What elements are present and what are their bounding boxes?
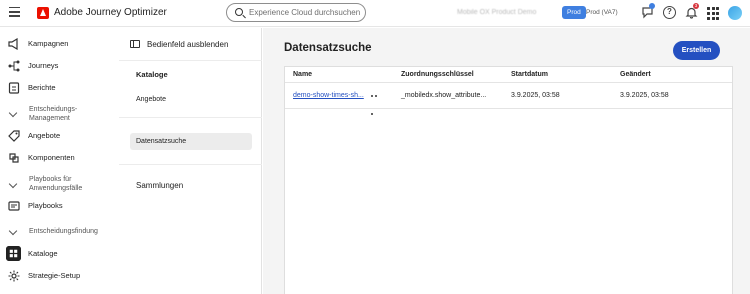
page-title: Datensatzsuche <box>284 42 372 54</box>
nav-item-kataloge[interactable]: Kataloge <box>0 244 108 264</box>
org-switcher[interactable]: Mobile OX Product Demo <box>457 9 536 16</box>
catalogs-heading[interactable]: Kataloge <box>136 70 168 79</box>
offers-icon <box>8 130 20 142</box>
subnav-item-label: Angebote <box>136 96 166 103</box>
chevron-down-icon <box>8 226 18 236</box>
subnav-item-datensatzsuche[interactable]: Datensatzsuche <box>130 133 252 150</box>
dataset-table: Name Zuordnungsschlüssel Startdatum Geän… <box>284 66 733 294</box>
modified-cell: 3.9.2025, 03:58 <box>620 92 669 99</box>
notification-count-badge: 3 <box>693 3 699 9</box>
hide-panel-label: Bedienfeld ausblenden <box>147 40 229 49</box>
mapping-key-cell: _mobiledx.show_attribute... <box>401 92 487 99</box>
catalogs-icon <box>6 246 21 261</box>
left-navigation: Kampagnen Journeys Berichte Entscheidung… <box>0 28 108 294</box>
dataset-name-link[interactable]: demo-show-times-sh... <box>293 92 364 99</box>
nav-label: Angebote <box>28 131 61 140</box>
search-placeholder: Experience Cloud durchsuchen Ctr... <box>249 8 361 17</box>
nav-item-kampagnen[interactable]: Kampagnen <box>0 34 108 54</box>
collections-heading[interactable]: Sammlungen <box>136 181 183 190</box>
main-content: Datensatzsuche Erstellen Name Zuordnungs… <box>263 28 750 294</box>
nav-section-entscheidungsfindung[interactable]: Entscheidungsfindung <box>0 222 108 242</box>
nav-label: Journeys <box>28 61 59 70</box>
sub-navigation-panel: Bedienfeld ausblenden Kataloge Angebote … <box>119 28 262 294</box>
divider <box>119 117 262 118</box>
subnav-item-angebote[interactable]: Angebote <box>130 91 252 108</box>
column-header-start-date[interactable]: Startdatum <box>511 71 548 78</box>
nav-section-entscheidungs-management[interactable]: Entscheidungs- Management <box>0 102 108 126</box>
nav-label: Kataloge <box>28 249 58 258</box>
nav-label: Berichte <box>28 83 56 92</box>
top-bar: Adobe Journey Optimizer Experience Cloud… <box>0 0 750 27</box>
notifications-bell-icon[interactable]: 3 <box>685 3 699 19</box>
table-row[interactable]: demo-show-times-sh... _mobiledx.show_att… <box>285 83 732 115</box>
journeys-icon <box>8 60 20 72</box>
app-title[interactable]: Adobe Journey Optimizer <box>54 7 167 18</box>
whats-new-dot <box>649 3 655 9</box>
nav-section-playbooks[interactable]: Playbooks für Anwendungsfälle <box>0 173 108 197</box>
nav-label: Playbooks <box>28 201 63 210</box>
hamburger-menu-icon[interactable] <box>9 7 20 17</box>
help-icon[interactable]: ? <box>663 6 676 19</box>
nav-section-label: Playbooks für Anwendungsfälle <box>29 176 83 192</box>
reports-icon <box>8 82 20 94</box>
whats-new-icon[interactable] <box>641 3 655 19</box>
more-actions-icon[interactable] <box>371 95 381 115</box>
nav-label: Strategie-Setup <box>28 271 81 280</box>
search-icon <box>235 8 243 16</box>
campaigns-icon <box>8 38 18 50</box>
column-header-key[interactable]: Zuordnungsschlüssel <box>401 71 474 78</box>
nav-item-journeys[interactable]: Journeys <box>0 56 108 76</box>
chevron-down-icon <box>8 108 18 118</box>
playbooks-icon <box>8 201 20 211</box>
app-switcher-icon[interactable] <box>707 7 719 20</box>
column-header-name[interactable]: Name <box>293 71 312 78</box>
nav-item-strategie-setup[interactable]: Strategie-Setup <box>0 266 108 286</box>
nav-label: Kampagnen <box>28 39 69 48</box>
nav-item-berichte[interactable]: Berichte <box>0 78 108 98</box>
sandbox-name[interactable]: Prod (VA7) <box>586 9 618 16</box>
subnav-item-label: Datensatzsuche <box>136 138 187 145</box>
chevron-down-icon <box>8 179 18 189</box>
panel-toggle-icon <box>130 40 140 48</box>
adobe-logo-icon[interactable] <box>37 7 49 19</box>
start-date-cell: 3.9.2025, 03:58 <box>511 92 560 99</box>
divider <box>119 60 262 61</box>
nav-label: Komponenten <box>28 153 75 162</box>
user-avatar[interactable] <box>728 6 742 20</box>
nav-item-komponenten[interactable]: Komponenten <box>0 148 108 168</box>
nav-section-label: Entscheidungsfindung <box>29 228 98 235</box>
create-button[interactable]: Erstellen <box>673 41 720 60</box>
nav-section-label: Entscheidungs- Management <box>29 106 78 122</box>
nav-item-angebote[interactable]: Angebote <box>0 126 108 146</box>
search-field[interactable]: Experience Cloud durchsuchen Ctr... <box>226 3 366 22</box>
sandbox-badge[interactable]: Prod <box>562 6 586 19</box>
divider <box>119 164 262 165</box>
nav-item-playbooks[interactable]: Playbooks <box>0 196 108 216</box>
strategy-setup-icon <box>8 270 20 282</box>
column-header-modified[interactable]: Geändert <box>620 71 651 78</box>
components-icon <box>9 153 19 163</box>
